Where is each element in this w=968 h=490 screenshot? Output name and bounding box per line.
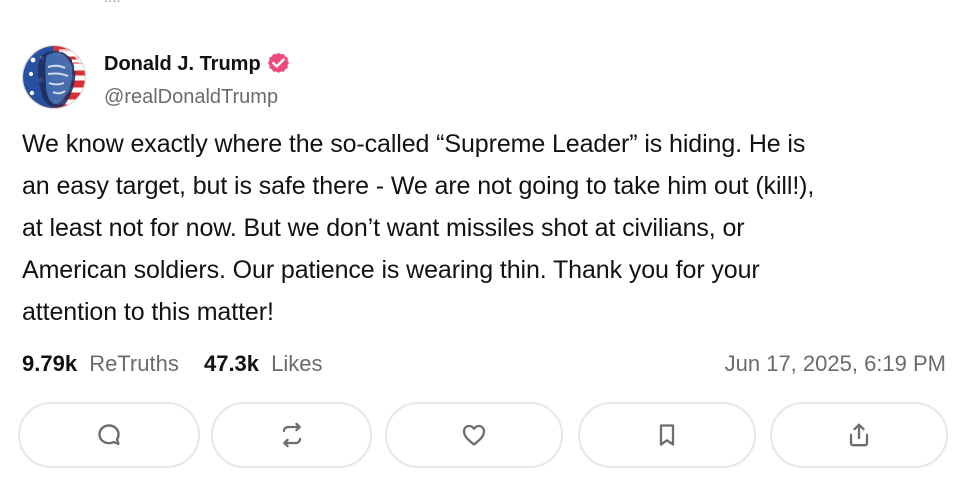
post-body-line: We know exactly where the so-called “Sup… <box>22 130 806 158</box>
reply-icon <box>98 424 120 445</box>
post-body-line: attention to this matter! <box>22 298 274 326</box>
verified-badge-icon <box>267 52 289 73</box>
like-button[interactable] <box>385 402 563 468</box>
post-body: We know exactly where the so-called “Sup… <box>22 123 952 333</box>
post-body-line: American soldiers. Our patience is weari… <box>22 256 760 284</box>
bookmark-icon <box>659 424 675 446</box>
retruth-icon <box>282 422 301 448</box>
retruth-button[interactable] <box>211 402 372 468</box>
post-stats: 9.79k ReTruths 47.3k Likes <box>22 350 342 378</box>
author-name-row[interactable]: Donald J. Trump <box>104 51 291 76</box>
post-timestamp[interactable]: Jun 17, 2025, 6:19 PM <box>725 350 946 378</box>
post-action-bar <box>18 402 948 470</box>
bookmark-button[interactable] <box>578 402 756 468</box>
retruths-count[interactable]: 9.79k <box>22 351 77 376</box>
post-body-line: an easy target, but is safe there - We a… <box>22 172 815 200</box>
author-display-name[interactable]: Donald J. Trump <box>104 52 261 76</box>
author-avatar[interactable] <box>22 45 86 109</box>
retruths-label[interactable]: ReTruths <box>89 351 179 376</box>
share-icon <box>849 423 869 447</box>
likes-count[interactable]: 47.3k <box>204 351 259 376</box>
likes-label[interactable]: Likes <box>271 351 322 376</box>
author-handle[interactable]: @realDonaldTrump <box>104 85 278 109</box>
reply-button[interactable] <box>18 402 200 468</box>
post-body-line: at least not for now. But we don’t want … <box>22 214 745 242</box>
share-button[interactable] <box>770 402 948 468</box>
portrait-avatar-icon <box>23 46 85 108</box>
heart-icon <box>462 424 486 446</box>
truth-social-post: .... <box>0 0 968 490</box>
clipped-previous-text: .... <box>104 0 192 4</box>
